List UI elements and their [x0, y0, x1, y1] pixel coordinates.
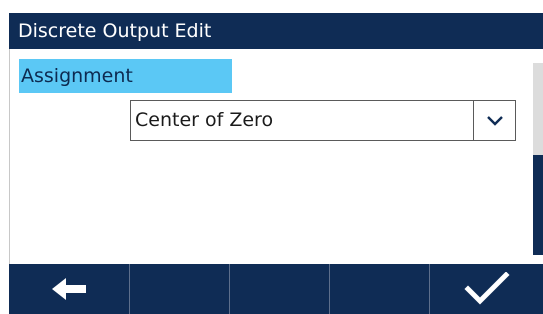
softkey-4[interactable] — [330, 264, 430, 314]
arrow-left-icon — [52, 278, 86, 300]
chevron-down-icon — [486, 115, 503, 126]
softkey-ok[interactable] — [430, 264, 543, 314]
assignment-select[interactable]: Center of Zero — [130, 100, 516, 141]
assignment-select-value: Center of Zero — [135, 109, 274, 131]
page-title: Discrete Output Edit — [18, 20, 212, 42]
scrollbar-thumb[interactable] — [533, 155, 543, 255]
screen: Discrete Output Edit Assignment Center o… — [0, 0, 543, 314]
softkey-2[interactable] — [130, 264, 230, 314]
softkey-3[interactable] — [230, 264, 330, 314]
scrollbar[interactable] — [533, 63, 543, 255]
softkey-back[interactable] — [9, 264, 130, 314]
content-area: Assignment Center of Zero — [9, 49, 543, 264]
assignment-label[interactable]: Assignment — [19, 59, 232, 93]
dropdown-button[interactable] — [473, 101, 515, 140]
softkey-bar — [9, 264, 543, 314]
title-bar: Discrete Output Edit — [9, 13, 543, 49]
checkmark-icon — [463, 272, 510, 305]
